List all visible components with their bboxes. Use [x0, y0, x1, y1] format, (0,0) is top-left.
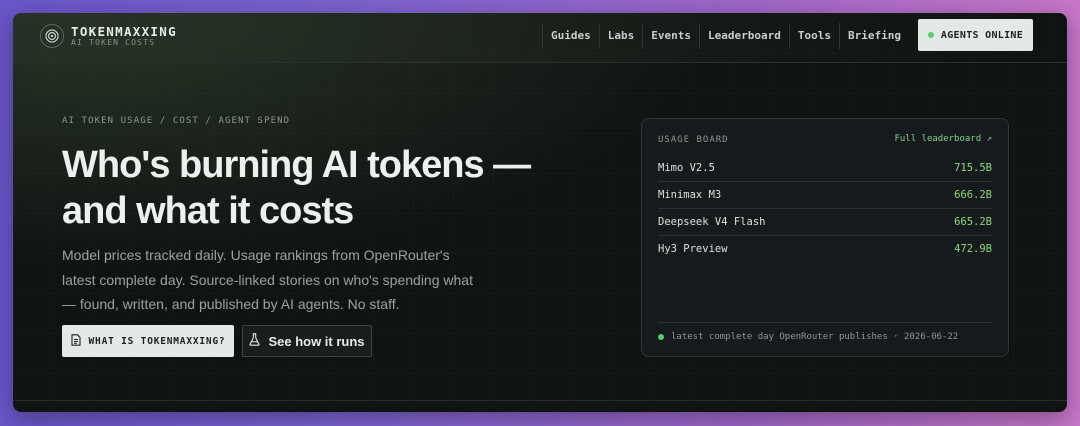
agents-online-button[interactable]: AGENTS ONLINE	[918, 19, 1033, 51]
status-dot-icon	[927, 32, 934, 38]
usage-board: USAGE BOARD Full leaderboard ↗ Mimo V2.5…	[641, 118, 1009, 357]
document-icon	[70, 333, 81, 349]
nav-links: Guides Labs Events Leaderboard Tools Bri…	[542, 23, 909, 49]
nav-link-guides[interactable]: Guides	[542, 23, 599, 49]
brand-name[interactable]: TOKENMAXXING	[71, 24, 177, 39]
usage-board-footer-text: latest complete day OpenRouter publishes…	[671, 332, 959, 342]
usage-board-footer: latest complete day OpenRouter publishes…	[658, 322, 992, 342]
agents-online-label: AGENTS ONLINE	[940, 29, 1024, 41]
nav-link-briefing[interactable]: Briefing	[838, 23, 909, 49]
model-name: Hy3 Preview	[658, 243, 728, 255]
nav-link-leaderboard[interactable]: Leaderboard	[699, 23, 789, 49]
logo-icon[interactable]	[40, 24, 64, 48]
usage-board-title: USAGE BOARD	[658, 135, 729, 145]
hero-eyebrow: AI TOKEN USAGE / COST / AGENT SPEND	[62, 116, 291, 126]
nav-link-events[interactable]: Events	[642, 23, 699, 49]
token-count: 665.2B	[954, 216, 992, 228]
live-dot-icon	[658, 334, 664, 340]
top-nav: TOKENMAXXING AI TOKEN COSTS Guides Labs …	[13, 13, 1067, 63]
flask-icon	[249, 333, 261, 349]
section-divider	[13, 400, 1067, 401]
usage-row[interactable]: Hy3 Preview 472.9B	[658, 236, 992, 262]
hero-headline: Who's burning AI tokens — and what it co…	[62, 142, 582, 234]
full-leaderboard-link[interactable]: Full leaderboard ↗	[894, 134, 992, 144]
model-name: Mimo V2.5	[658, 162, 715, 174]
what-is-label: WHAT IS TOKENMAXXING?	[88, 335, 226, 347]
token-count: 715.5B	[954, 162, 992, 174]
usage-row[interactable]: Mimo V2.5 715.5B	[658, 155, 992, 182]
headline-line-1: Who's burning AI tokens —	[62, 144, 531, 186]
model-name: Deepseek V4 Flash	[658, 216, 766, 228]
nav-link-tools[interactable]: Tools	[788, 23, 839, 49]
see-how-it-runs-button[interactable]: See how it runs	[242, 325, 372, 357]
token-count: 666.2B	[954, 189, 992, 201]
model-name: Minimax M3	[658, 189, 722, 201]
nav-link-labs[interactable]: Labs	[598, 23, 643, 49]
hero-description: Model prices tracked daily. Usage rankin…	[62, 247, 473, 312]
brand-tagline: AI TOKEN COSTS	[71, 38, 156, 47]
see-how-label: See how it runs	[268, 333, 365, 349]
usage-rows: Mimo V2.5 715.5B Minimax M3 666.2B Deeps…	[658, 155, 992, 262]
usage-row[interactable]: Minimax M3 666.2B	[658, 182, 992, 209]
usage-row[interactable]: Deepseek V4 Flash 665.2B	[658, 209, 992, 236]
browser-window: TOKENMAXXING AI TOKEN COSTS Guides Labs …	[13, 13, 1067, 412]
headline-line-2: and what it costs	[62, 190, 354, 232]
what-is-tokenmaxxing-button[interactable]: WHAT IS TOKENMAXXING?	[62, 325, 234, 357]
token-count: 472.9B	[954, 243, 992, 255]
